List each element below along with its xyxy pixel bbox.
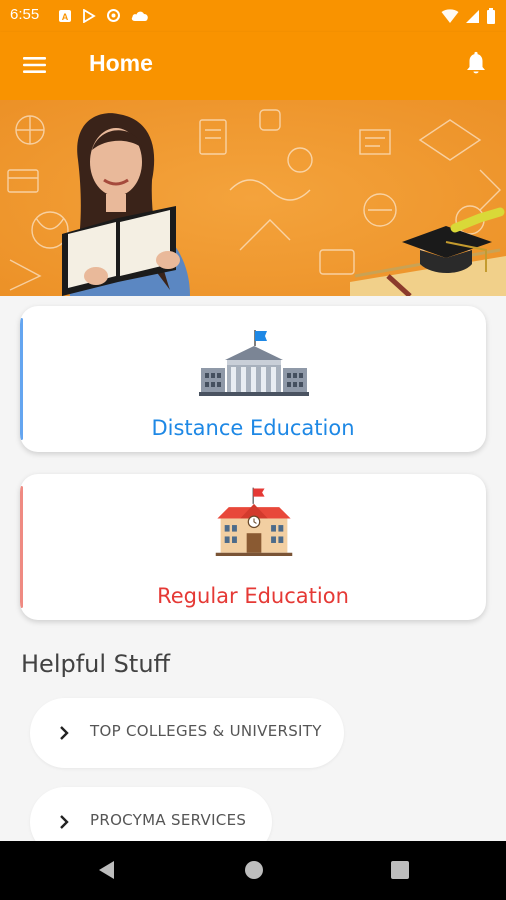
section-title: Helpful Stuff <box>21 650 171 678</box>
wifi-icon <box>441 8 459 23</box>
sync-icon <box>107 9 120 22</box>
battery-icon <box>487 8 495 24</box>
banner-illustration <box>0 100 506 296</box>
status-bar: 6:55 A <box>0 0 506 32</box>
distance-education-card[interactable]: Distance Education <box>20 306 486 452</box>
status-time: 6:55 <box>10 6 40 23</box>
regular-education-card[interactable]: Regular Education <box>20 474 486 620</box>
school-building-icon <box>215 487 293 556</box>
app-bar: Home <box>0 32 506 100</box>
bell-icon[interactable] <box>462 50 490 78</box>
page-title: Home <box>89 50 153 76</box>
distance-education-label: Distance Education <box>151 416 355 440</box>
top-colleges-item[interactable]: TOP COLLEGES & UNIVERSITY <box>30 698 344 768</box>
system-nav-bar <box>0 841 506 900</box>
back-icon[interactable] <box>96 859 116 885</box>
system-icons <box>441 8 496 24</box>
chevron-right-icon <box>60 815 69 829</box>
top-colleges-label: TOP COLLEGES & UNIVERSITY <box>90 722 322 740</box>
hamburger-menu-icon[interactable] <box>22 52 48 78</box>
hero-banner <box>0 100 506 296</box>
notification-icons: A <box>58 8 149 23</box>
cloud-icon <box>131 11 148 21</box>
app-a-icon: A <box>59 9 71 22</box>
university-building-icon <box>199 330 309 396</box>
chevron-right-icon <box>60 726 69 740</box>
regular-education-label: Regular Education <box>157 584 349 608</box>
procyma-services-label: PROCYMA SERVICES <box>90 811 247 829</box>
svg-text:A: A <box>62 12 69 22</box>
play-store-icon <box>83 8 96 23</box>
recents-icon[interactable] <box>390 859 410 885</box>
signal-icon <box>466 9 479 23</box>
home-icon[interactable] <box>244 859 264 885</box>
